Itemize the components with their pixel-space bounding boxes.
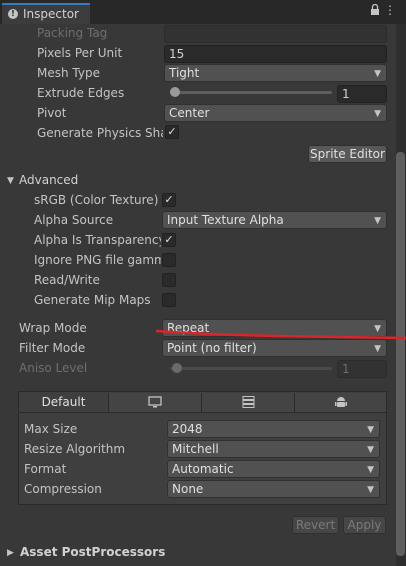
alpha-source-label: Alpha Source <box>34 213 114 227</box>
chevron-down-icon: ▼ <box>367 425 374 435</box>
srgb-checkbox[interactable]: ✓ <box>162 193 176 207</box>
read-write-checkbox[interactable] <box>162 273 176 287</box>
extrude-edges-slider-knob[interactable] <box>170 87 180 97</box>
alpha-is-transparency-checkbox[interactable]: ✓ <box>162 233 176 247</box>
filter-mode-label: Filter Mode <box>19 341 86 355</box>
chevron-down-icon: ▼ <box>374 69 381 79</box>
extrude-edges-label: Extrude Edges <box>37 86 125 100</box>
chevron-down-icon: ▼ <box>374 216 381 226</box>
ignore-png-gamma-checkbox[interactable] <box>162 253 176 267</box>
lock-icon[interactable] <box>370 3 380 18</box>
tab-standalone[interactable] <box>109 393 202 413</box>
packing-tag-field[interactable] <box>164 25 387 43</box>
monitor-icon <box>148 396 162 408</box>
generate-mip-maps-label: Generate Mip Maps <box>34 293 151 307</box>
pixels-per-unit-field[interactable]: 15 <box>164 45 387 63</box>
max-size-dropdown[interactable]: 2048 ▼ <box>167 420 380 438</box>
aniso-level-slider-track[interactable] <box>170 367 332 370</box>
format-label: Format <box>24 462 67 476</box>
resize-algorithm-label: Resize Algorithm <box>24 442 126 456</box>
generate-mip-maps-checkbox[interactable] <box>162 293 176 307</box>
advanced-foldout-icon[interactable]: ▼ <box>7 176 14 186</box>
wrap-mode-label: Wrap Mode <box>19 321 87 335</box>
postprocessors-foldout-icon[interactable]: ▶ <box>7 548 14 558</box>
generate-physics-shape-checkbox[interactable]: ✓ <box>165 125 179 139</box>
chevron-down-icon: ▼ <box>374 344 381 354</box>
inspector-tab-label: Inspector <box>23 7 79 21</box>
mesh-type-label: Mesh Type <box>37 66 100 80</box>
android-icon <box>334 397 347 407</box>
alpha-is-transparency-label: Alpha Is Transparency <box>34 233 161 247</box>
generate-physics-shape-label: Generate Physics Shap <box>37 126 163 140</box>
filter-mode-value: Point (no filter) <box>167 341 257 355</box>
advanced-section-title[interactable]: Advanced <box>19 173 78 187</box>
scrollbar-thumb[interactable] <box>396 152 405 556</box>
mesh-type-value: Tight <box>169 66 200 80</box>
ignore-png-gamma-label: Ignore PNG file gamma <box>34 253 161 267</box>
chevron-down-icon: ▼ <box>367 485 374 495</box>
pixels-per-unit-label: Pixels Per Unit <box>37 46 123 60</box>
apply-button[interactable]: Apply <box>343 516 386 534</box>
sprite-editor-button[interactable]: Sprite Editor <box>308 145 387 163</box>
pivot-value: Center <box>169 106 210 120</box>
chevron-down-icon: ▼ <box>367 465 374 475</box>
chevron-down-icon: ▼ <box>374 109 381 119</box>
server-icon <box>242 396 254 408</box>
read-write-label: Read/Write <box>34 273 100 287</box>
kebab-menu-icon[interactable]: ⋮ <box>384 3 396 17</box>
inspector-tab[interactable]: ! Inspector <box>2 3 90 24</box>
max-size-value: 2048 <box>172 422 203 436</box>
compression-dropdown[interactable]: None ▼ <box>167 480 380 498</box>
compression-value: None <box>172 482 204 496</box>
tab-divider <box>19 412 386 413</box>
extrude-edges-field[interactable]: 1 <box>337 85 387 103</box>
tab-android[interactable] <box>295 393 386 413</box>
pivot-label: Pivot <box>37 106 67 120</box>
tab-server[interactable] <box>202 393 295 413</box>
format-dropdown[interactable]: Automatic ▼ <box>167 460 380 478</box>
max-size-label: Max Size <box>24 422 78 436</box>
extrude-edges-slider-track[interactable] <box>170 91 332 94</box>
chevron-down-icon: ▼ <box>367 445 374 455</box>
resize-algorithm-value: Mitchell <box>172 442 219 456</box>
filter-mode-dropdown[interactable]: Point (no filter) ▼ <box>162 339 387 357</box>
info-icon: ! <box>8 9 18 19</box>
aniso-level-field[interactable]: 1 <box>337 360 387 378</box>
aniso-level-slider-knob[interactable] <box>172 363 182 373</box>
aniso-level-label: Aniso Level <box>19 361 88 375</box>
alpha-source-value: Input Texture Alpha <box>167 213 284 227</box>
revert-button[interactable]: Revert <box>292 516 339 534</box>
packing-tag-label: Packing Tag <box>37 26 108 40</box>
asset-postprocessors-title[interactable]: Asset PostProcessors <box>20 545 165 559</box>
pivot-dropdown[interactable]: Center ▼ <box>164 104 387 122</box>
alpha-source-dropdown[interactable]: Input Texture Alpha ▼ <box>162 211 387 229</box>
resize-algorithm-dropdown[interactable]: Mitchell ▼ <box>167 440 380 458</box>
compression-label: Compression <box>24 482 102 496</box>
tab-default[interactable]: Default <box>19 393 109 413</box>
format-value: Automatic <box>172 462 234 476</box>
mesh-type-dropdown[interactable]: Tight ▼ <box>164 64 387 82</box>
srgb-label: sRGB (Color Texture) <box>34 193 159 207</box>
